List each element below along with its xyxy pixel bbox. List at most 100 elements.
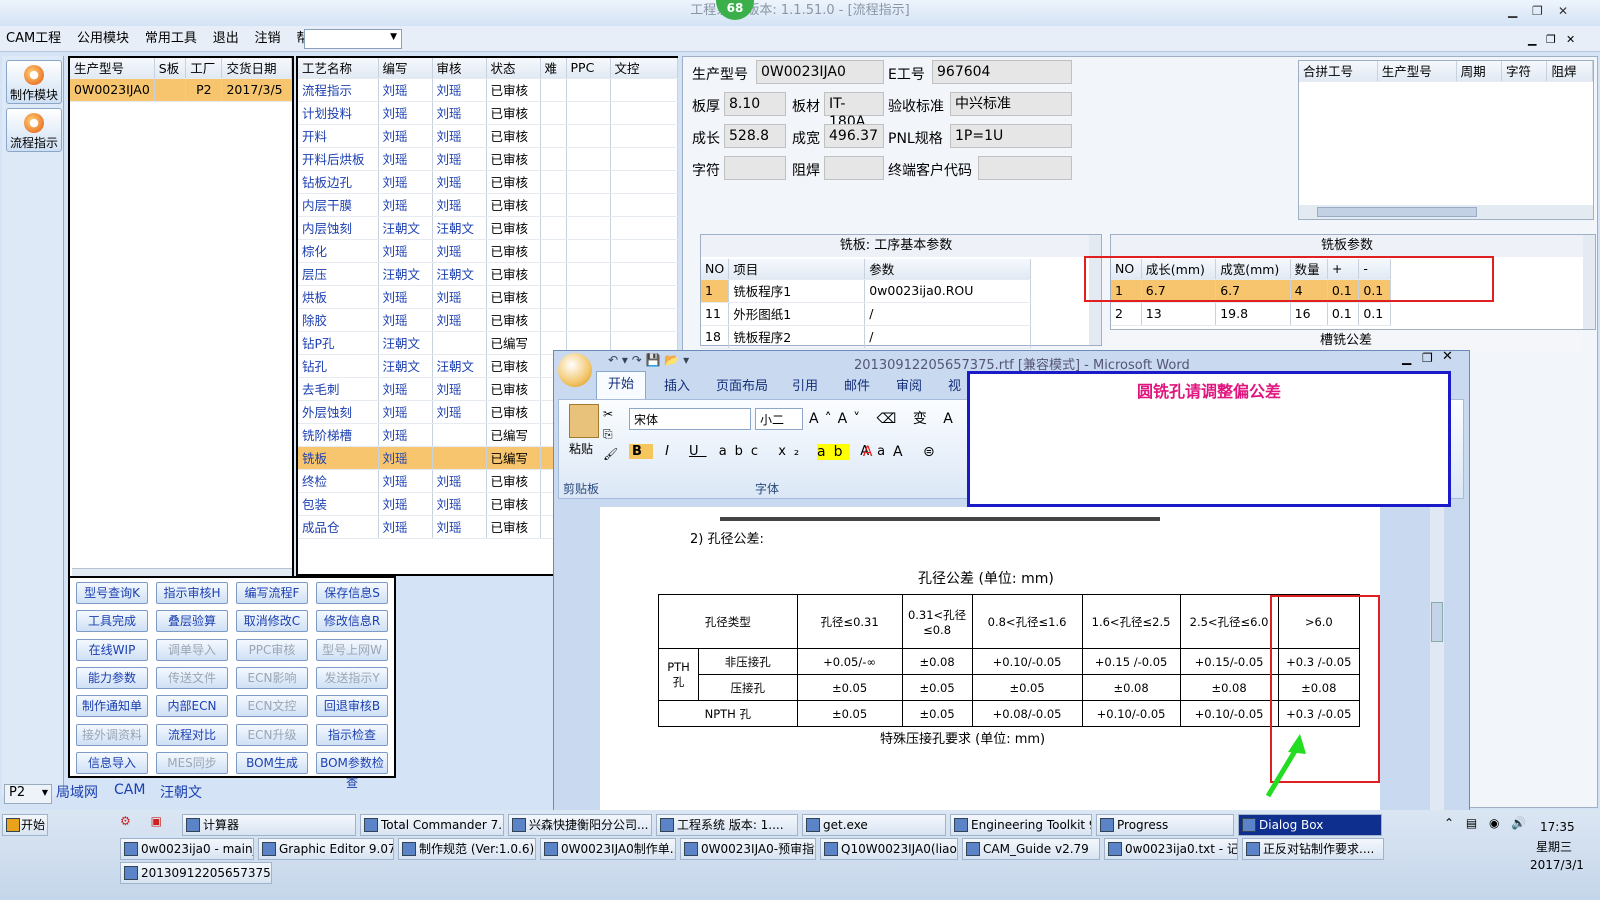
font-size-buttons[interactable]: A˄A˅ ⌫ 变 A	[809, 408, 959, 428]
action-button[interactable]: 信息导入	[76, 751, 148, 774]
task-button[interactable]: CAM_Guide v2.79	[962, 838, 1100, 860]
process-row[interactable]: 烘板 刘瑶 刘瑶 已审核	[298, 285, 678, 309]
col-model[interactable]: 生产型号	[70, 58, 155, 79]
action-button[interactable]: 工具完成	[76, 610, 148, 633]
col-delivery[interactable]: 交货日期	[221, 58, 292, 79]
tab-lan[interactable]: 局域网	[56, 782, 98, 802]
task-button[interactable]: Engineering Toolkit 9....	[950, 814, 1092, 836]
action-button[interactable]: ECN影响	[236, 666, 308, 689]
action-button[interactable]: 保存信息S	[316, 582, 388, 604]
e-field[interactable]: 967604	[932, 60, 1072, 84]
restore-icon[interactable]: ❐	[1422, 351, 1433, 365]
action-button[interactable]: 叠层验算	[156, 610, 228, 633]
process-row[interactable]: 流程指示 刘瑶 刘瑶 已审核	[298, 78, 678, 102]
action-button[interactable]: 能力参数	[76, 666, 148, 689]
vertical-scrollbar[interactable]	[1430, 507, 1444, 825]
tray-icons[interactable]: ⌃ ▤ ◉ 🔊	[1444, 816, 1534, 830]
mat-field[interactable]: IT-180A	[824, 92, 884, 130]
flow-guide-button[interactable]: ● 流程指示	[6, 108, 62, 152]
cust-field[interactable]	[978, 156, 1072, 180]
office-button-icon[interactable]	[558, 353, 592, 387]
task-button[interactable]: 0w0023ija0.txt - 记...	[1104, 838, 1238, 860]
table-row[interactable]: 2 13 19.8 16 0.1 0.1	[1111, 302, 1391, 326]
action-button[interactable]: ECN升级	[236, 723, 308, 746]
task-button[interactable]: Progress	[1096, 814, 1234, 836]
col-difficulty[interactable]: 难	[540, 58, 567, 79]
font-name-input[interactable]: 宋体	[629, 408, 751, 430]
paste-label[interactable]: 粘贴	[569, 440, 593, 457]
col-s[interactable]: S板	[154, 58, 187, 79]
action-button[interactable]: 型号上网W	[316, 638, 388, 661]
action-button[interactable]: 回退审核B	[316, 695, 388, 718]
action-button[interactable]: 制作通知单	[76, 695, 148, 718]
tab-cam[interactable]: CAM	[114, 782, 145, 798]
minimize-icon[interactable]: ▁	[1402, 351, 1411, 365]
menu-exit[interactable]: 退出	[207, 26, 245, 52]
task-button[interactable]: Graphic Editor 9.07b...	[258, 838, 394, 860]
table-row[interactable]: 18 铣板程序2/	[701, 325, 1031, 349]
task-button[interactable]: 0W0023IJA0制作单....	[540, 838, 676, 860]
process-row[interactable]: 除胶 刘瑶 刘瑶 已审核	[298, 308, 678, 332]
clipboard-icons[interactable]: ✂ ⎘ 🖌	[603, 404, 618, 464]
paste-icon[interactable]	[569, 404, 599, 438]
horizontal-scrollbar[interactable]	[1299, 205, 1593, 219]
action-button[interactable]: 在线WIP	[76, 638, 148, 661]
action-button[interactable]: 发送指示Y	[316, 666, 388, 689]
task-button[interactable]: Dialog Box	[1238, 814, 1382, 836]
font-size-input[interactable]: 小二	[755, 408, 803, 430]
col-doc[interactable]: 文控	[610, 58, 678, 79]
mdi-minimize-icon[interactable]: ▁	[1528, 33, 1536, 46]
quick-access-icons[interactable]: ↶ ▾ ↷ 💾 📂 ▾	[608, 353, 689, 367]
task-button[interactable]: 计算器	[182, 814, 356, 836]
wid-field[interactable]: 496.37	[824, 124, 884, 148]
action-button[interactable]: 编写流程F	[236, 582, 308, 604]
process-row[interactable]: 钻板边孔 刘瑶 刘瑶 已审核	[298, 170, 678, 194]
tab-review[interactable]: 审阅	[896, 375, 922, 394]
task-button[interactable]: 兴森快捷衡阳分公司...	[508, 814, 652, 836]
pnl-field[interactable]: 1P=1U	[950, 124, 1072, 148]
order-row[interactable]: 0W0023IJA0 P2 2017/3/5	[70, 78, 292, 102]
col-no[interactable]: NO	[701, 259, 730, 280]
col-reviewer[interactable]: 审核	[432, 58, 487, 79]
action-button[interactable]: 调单导入	[156, 638, 228, 661]
acc-field[interactable]: 中兴标准	[950, 92, 1072, 116]
process-row[interactable]: 开料 刘瑶 刘瑶 已审核	[298, 124, 678, 148]
close-icon[interactable]: ✕	[1558, 4, 1568, 18]
close-icon[interactable]: ✕	[1442, 349, 1453, 364]
task-button[interactable]: 工程系统 版本: 1....	[656, 814, 798, 836]
tab-insert[interactable]: 插入	[664, 375, 690, 394]
action-button[interactable]: BOM参数检查	[316, 751, 388, 790]
process-row[interactable]: 棕化 刘瑶 刘瑶 已审核	[298, 239, 678, 263]
table-row[interactable]: 1 铣板程序1 0w0023ija0.ROU	[701, 279, 1031, 303]
len-field[interactable]: 528.8	[724, 124, 786, 148]
task-button[interactable]: 制作规范 (Ver:1.0.6)	[398, 838, 536, 860]
process-row[interactable]: 内层干膜 刘瑶 刘瑶 已审核	[298, 193, 678, 217]
process-row[interactable]: 内层蚀刻 汪朝文 汪朝文 已审核	[298, 216, 678, 240]
task-button[interactable]: 0W0023IJA0-预审指...	[680, 838, 816, 860]
action-button[interactable]: 指示检查	[316, 723, 388, 746]
mask-field[interactable]	[824, 156, 884, 180]
restore-icon[interactable]: ❐	[1532, 4, 1543, 18]
task-button[interactable]: 正反对钻制作要求....	[1242, 838, 1384, 860]
action-button[interactable]: ECN文控	[236, 695, 308, 718]
minimize-icon[interactable]: ▁	[1508, 4, 1517, 18]
col-item[interactable]: 项目	[728, 259, 866, 280]
thick-field[interactable]: 8.10	[724, 92, 786, 116]
action-button[interactable]: 修改信息R	[316, 610, 388, 633]
tab-user[interactable]: 汪朝文	[160, 782, 202, 802]
tab-mailings[interactable]: 邮件	[844, 375, 870, 394]
col-merge-mask[interactable]: 阻焊	[1546, 61, 1593, 82]
mdi-restore-icon[interactable]: ❐	[1546, 33, 1556, 46]
action-button[interactable]: 传送文件	[156, 666, 228, 689]
col-merge-no[interactable]: 合拼工号	[1299, 61, 1378, 82]
start-button[interactable]: 开始	[2, 814, 48, 836]
tab-references[interactable]: 引用	[792, 375, 818, 394]
col-process[interactable]: 工艺名称	[298, 58, 379, 79]
col-merge-cycle[interactable]: 周期	[1456, 61, 1503, 82]
menu-logout[interactable]: 注销	[249, 26, 287, 52]
menu-cam[interactable]: CAM工程	[0, 26, 67, 52]
action-button[interactable]: PPC审核	[236, 638, 308, 661]
col-status[interactable]: 状态	[486, 58, 541, 79]
action-button[interactable]: 内部ECN	[156, 695, 228, 718]
task-button[interactable]: get.exe	[802, 814, 946, 836]
